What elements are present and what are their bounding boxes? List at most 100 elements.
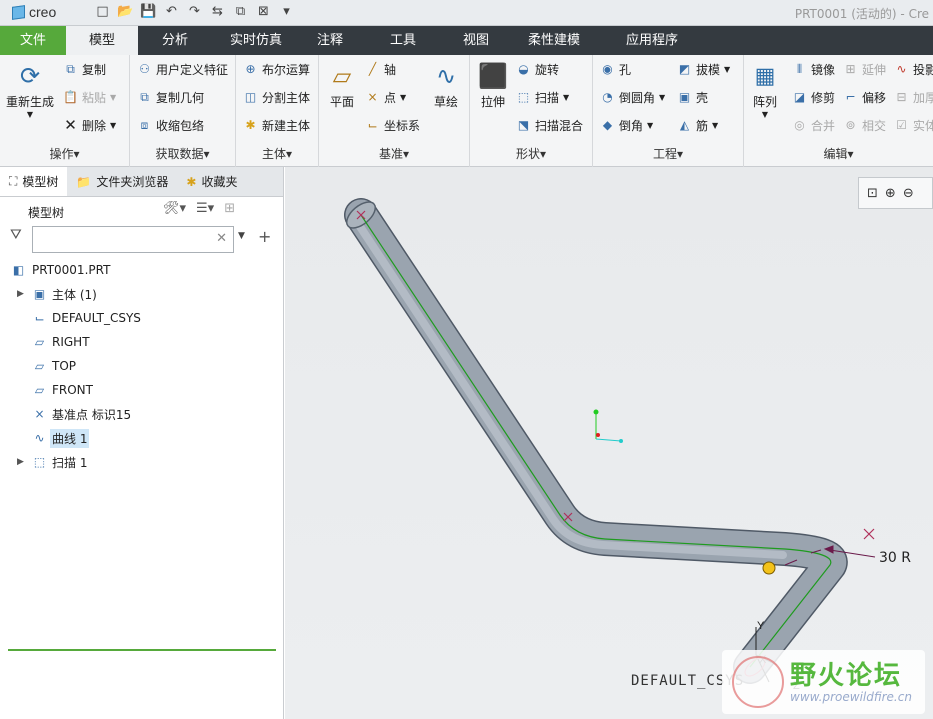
copy-geometry-button[interactable]: ⧉ 复制几何 xyxy=(137,89,204,106)
tab-6[interactable]: 视图 xyxy=(446,26,506,55)
tree-search-input[interactable]: ✕ xyxy=(32,226,234,253)
draft-dropdown-icon: ▼ xyxy=(724,65,731,74)
swept-blend-button[interactable]: ⬔ 扫描混合 xyxy=(516,117,583,134)
trim-icon: ◪ xyxy=(793,90,806,104)
group-body-label[interactable]: 主体▾ xyxy=(236,145,318,162)
tab-8[interactable]: 应用程序 xyxy=(602,26,702,55)
udf-icon: ⚇ xyxy=(139,62,150,76)
csys-button[interactable]: ⌙ 坐标系 xyxy=(365,117,420,134)
tree-item[interactable]: ⌙ DEFAULT_CSYS xyxy=(0,307,284,329)
axis-button[interactable]: ╱ 轴 xyxy=(365,61,396,78)
tab-0[interactable]: 文件 xyxy=(0,26,66,55)
paste-button[interactable]: 📋 粘贴 ▼ xyxy=(63,89,116,106)
solidify-button[interactable]: ☑ 实体化 xyxy=(894,117,933,134)
new-body-label: 新建主体 xyxy=(262,119,311,133)
tree-item[interactable]: ∿ 曲线 1 xyxy=(0,427,284,449)
tab-2[interactable]: 分析 xyxy=(138,26,212,55)
add-filter-icon[interactable]: + xyxy=(258,227,271,246)
plane-button[interactable]: ▱ 平面 xyxy=(325,59,359,110)
close-window-icon[interactable]: ⊠ xyxy=(255,3,272,20)
refit-icon[interactable]: ⊡ xyxy=(867,186,878,201)
trim-button[interactable]: ◪ 修剪 xyxy=(792,89,835,106)
tree-item[interactable]: ▶ ⬚ 扫描 1 xyxy=(0,451,284,473)
tree-settings-icon[interactable]: 🛠▾ xyxy=(163,201,186,216)
split-body-button[interactable]: ◫ 分割主体 xyxy=(243,89,310,106)
customize-icon[interactable]: ▾ xyxy=(278,3,295,20)
tree-item[interactable]: ▶ ▣ 主体 (1) xyxy=(0,283,284,305)
expand-icon[interactable]: ▶ xyxy=(17,289,24,299)
pattern-button[interactable]: ▦ 阵列 ▼ xyxy=(748,59,782,120)
tree-item[interactable]: ▱ FRONT xyxy=(0,379,284,401)
regenerate-icon[interactable]: ⇆ xyxy=(209,3,226,20)
save-icon[interactable]: 💾 xyxy=(140,3,157,20)
draft-button[interactable]: ◩ 拔模 ▼ xyxy=(677,61,730,78)
group-datum-label[interactable]: 基准▾ xyxy=(319,145,469,162)
tab-favorites[interactable]: ✱ 收藏夹 xyxy=(177,167,246,196)
shell-button[interactable]: ▣ 壳 xyxy=(677,89,708,106)
intersect-button[interactable]: ⊚ 相交 xyxy=(843,117,886,134)
boolean-icon: ⊕ xyxy=(245,62,256,76)
csys-axis-y: Y xyxy=(757,620,765,632)
model-tree-header: 模型树 xyxy=(28,206,65,220)
tree-item[interactable]: ▱ TOP xyxy=(0,355,284,377)
radius-dimension[interactable]: 30 R xyxy=(879,550,911,566)
udf-button[interactable]: ⚇ 用户定义特征 xyxy=(137,61,228,78)
tree-show-icon[interactable]: ☰▾ xyxy=(196,201,214,216)
round-button[interactable]: ◔ 倒圆角 ▼ xyxy=(600,89,665,106)
zoom-in-icon[interactable]: ⊕ xyxy=(885,186,896,201)
tab-7[interactable]: 柔性建模 xyxy=(506,26,602,55)
tab-folder-browser[interactable]: 📁 文件夹浏览器 xyxy=(67,167,177,196)
sweep-button[interactable]: ⬚ 扫描 ▼ xyxy=(516,89,569,106)
tree-item[interactable]: × 基准点 标识15 xyxy=(0,403,284,425)
copy-button[interactable]: ⧉ 复制 xyxy=(63,61,106,78)
group-body: ⊕ 布尔运算 ◫ 分割主体 ✱ 新建主体 主体▾ xyxy=(236,55,319,167)
tree-item[interactable]: ▱ RIGHT xyxy=(0,331,284,353)
expand-icon[interactable]: ▶ xyxy=(17,457,24,467)
zoom-out-icon[interactable]: ⊖ xyxy=(903,186,914,201)
boolean-button[interactable]: ⊕ 布尔运算 xyxy=(243,61,310,78)
search-dropdown-icon[interactable]: ▼ xyxy=(238,231,245,241)
undo-icon[interactable]: ↶ xyxy=(163,3,180,20)
sketch-button[interactable]: ∿ 草绘 xyxy=(429,59,463,110)
group-engineering-label[interactable]: 工程▾ xyxy=(593,145,743,162)
insert-indicator[interactable] xyxy=(8,649,276,651)
new-icon[interactable]: □ xyxy=(94,3,111,20)
shrinkwrap-button[interactable]: ⧈ 收缩包络 xyxy=(137,117,204,134)
tree-item[interactable]: ◧ PRT0001.PRT xyxy=(0,259,284,281)
new-body-button[interactable]: ✱ 新建主体 xyxy=(243,117,310,134)
merge-button[interactable]: ◎ 合并 xyxy=(792,117,835,134)
extrude-button[interactable]: ⬛ 拉伸 xyxy=(476,59,510,110)
group-get-data-label[interactable]: 获取数据▾ xyxy=(130,145,235,162)
extend-button[interactable]: ⊞ 延伸 xyxy=(843,61,886,78)
delete-button[interactable]: ✕ 删除 ▼ xyxy=(63,117,116,134)
tab-4[interactable]: 注释 xyxy=(300,26,360,55)
tab-1[interactable]: 模型 xyxy=(66,26,138,55)
revolve-button[interactable]: ◒ 旋转 xyxy=(516,61,559,78)
offset-button[interactable]: ⌐ 偏移 xyxy=(843,89,886,106)
filter-icon[interactable]: ⛛ xyxy=(10,227,22,243)
spin-center-triad xyxy=(593,409,623,443)
chamfer-icon: ◆ xyxy=(602,118,613,132)
regenerate-button[interactable]: ⟳ 重新生成 ▼ xyxy=(6,59,54,119)
rib-button[interactable]: ◭ 筋 ▼ xyxy=(677,117,718,134)
chamfer-button[interactable]: ◆ 倒角 ▼ xyxy=(600,117,653,134)
group-operations-label[interactable]: 操作▾ xyxy=(0,145,129,162)
tab-5[interactable]: 工具 xyxy=(360,26,446,55)
redo-icon[interactable]: ↷ xyxy=(186,3,203,20)
tab-3[interactable]: 实时仿真 xyxy=(212,26,300,55)
revolve-icon: ◒ xyxy=(518,62,529,76)
group-shapes-label[interactable]: 形状▾ xyxy=(470,145,592,162)
open-icon[interactable]: 📂 xyxy=(117,3,134,20)
graphics-window[interactable]: Y X Z ⊡ ⊕ ⊖ 30 R DEFAULT_CSYS 野火论坛 www.p… xyxy=(285,167,933,719)
thicken-button[interactable]: ⊟ 加厚 xyxy=(894,89,933,106)
point-button[interactable]: × 点 ▼ xyxy=(365,89,406,106)
model-viewport[interactable]: Y X Z xyxy=(285,167,933,719)
tree-filter-icon[interactable]: ⊞ xyxy=(224,201,235,216)
project-button[interactable]: ∿ 投影 xyxy=(894,61,933,78)
tab-model-tree[interactable]: ⛶ 模型树 xyxy=(0,167,68,196)
hole-button[interactable]: ◉ 孔 xyxy=(600,61,631,78)
mirror-button[interactable]: ⫴ 镜像 xyxy=(792,61,835,78)
clear-search-icon[interactable]: ✕ xyxy=(216,231,227,246)
windows-icon[interactable]: ⧉ xyxy=(232,3,249,20)
group-editing-label[interactable]: 编辑▾ xyxy=(744,145,933,162)
